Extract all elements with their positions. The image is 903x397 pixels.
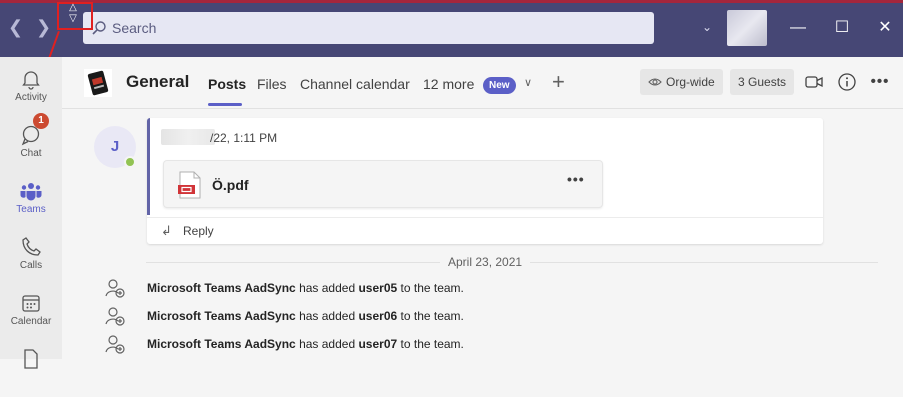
- meet-video-icon[interactable]: [804, 72, 824, 92]
- rail-item-label: Calls: [19, 260, 43, 271]
- guests-label: 3 Guests: [738, 75, 787, 89]
- message-accent-bar: [147, 118, 150, 215]
- date-divider-label: April 23, 2021: [440, 255, 531, 269]
- system-message: Microsoft Teams AadSync has added user07…: [104, 333, 804, 355]
- search-placeholder: Search: [112, 20, 157, 36]
- message-card: /22, 1:11 PM Ö.pdf ••• ↲ Reply: [147, 118, 823, 244]
- reply-arrow-icon: ↲: [161, 223, 172, 238]
- add-member-icon: [105, 279, 125, 298]
- system-message-action: has added: [299, 309, 356, 323]
- team-logo[interactable]: [84, 69, 112, 97]
- title-bar: ❮ ❯ Search △ ▽ ⌄ — ☐ ✕: [0, 0, 903, 57]
- app-rail: Activity Chat Teams Calls Calendar 1: [0, 57, 62, 369]
- system-message-target: user05: [358, 281, 398, 295]
- file-more-options-icon[interactable]: •••: [567, 171, 585, 187]
- file-icon: [24, 349, 38, 369]
- minimize-button[interactable]: —: [786, 16, 810, 40]
- pdf-file-icon: [178, 171, 201, 199]
- back-arrow-icon[interactable]: ❮: [8, 18, 23, 36]
- tab-more[interactable]: 12 more: [423, 76, 474, 92]
- new-badge: New: [483, 77, 516, 94]
- chevron-down-icon[interactable]: ∨: [524, 76, 532, 89]
- message-timestamp: /22, 1:11 PM: [210, 131, 278, 145]
- bell-icon: [22, 71, 40, 90]
- rail-item-files[interactable]: [0, 341, 62, 397]
- tab-posts[interactable]: Posts: [208, 76, 246, 92]
- search-icon: [92, 21, 106, 35]
- org-wide-button[interactable]: Org-wide: [640, 69, 723, 95]
- system-message-text: Microsoft Teams AadSync has added user05…: [147, 281, 464, 295]
- add-member-icon: [105, 335, 125, 354]
- rail-item-calls[interactable]: Calls: [0, 229, 62, 285]
- system-message-actor: Microsoft Teams AadSync: [147, 281, 296, 295]
- redacted-author-name: [161, 129, 215, 145]
- system-message: Microsoft Teams AadSync has added user05…: [104, 277, 804, 299]
- system-message-action: has added: [299, 337, 356, 351]
- system-message-action: has added: [299, 281, 356, 295]
- active-tab-indicator: [208, 103, 242, 106]
- maximize-button[interactable]: ☐: [830, 16, 854, 40]
- system-message-text: Microsoft Teams AadSync has added user06…: [147, 309, 464, 323]
- presence-available-icon: [124, 156, 136, 168]
- rail-item-chat[interactable]: Chat: [0, 117, 62, 173]
- title-bar-accent-line: [0, 0, 903, 3]
- more-options-icon[interactable]: •••: [870, 72, 890, 92]
- system-message: Microsoft Teams AadSync has added user06…: [104, 305, 804, 327]
- reply-button[interactable]: ↲ Reply: [147, 217, 823, 244]
- guests-button[interactable]: 3 Guests: [730, 69, 795, 95]
- profile-avatar[interactable]: [727, 10, 767, 46]
- system-message-text: Microsoft Teams AadSync has added user07…: [147, 337, 464, 351]
- calendar-icon: [22, 295, 40, 312]
- teams-icon: [20, 183, 42, 201]
- rail-item-calendar[interactable]: Calendar: [0, 285, 62, 341]
- system-message-target: user07: [358, 337, 398, 351]
- system-message-suffix: to the team.: [400, 337, 464, 351]
- rail-item-label: Calendar: [10, 316, 52, 327]
- search-input[interactable]: Search: [83, 12, 654, 44]
- org-wide-label: Org-wide: [666, 75, 715, 89]
- file-attachment[interactable]: Ö.pdf •••: [163, 160, 603, 208]
- close-button[interactable]: ✕: [873, 16, 897, 40]
- rail-item-label: Teams: [16, 204, 46, 215]
- forward-arrow-icon[interactable]: ❯: [36, 18, 51, 36]
- channel-name: General: [126, 72, 190, 91]
- system-message-suffix: to the team.: [400, 281, 464, 295]
- channel-header: General Posts Files Channel calendar 12 …: [62, 57, 903, 109]
- rail-item-activity[interactable]: Activity: [0, 61, 62, 117]
- eye-icon: [648, 78, 662, 86]
- add-tab-icon[interactable]: +: [552, 69, 565, 95]
- add-member-icon: [105, 307, 125, 326]
- tab-files[interactable]: Files: [257, 76, 287, 92]
- rail-item-label: Chat: [20, 148, 42, 159]
- tab-channel-calendar[interactable]: Channel calendar: [300, 76, 410, 92]
- system-message-suffix: to the team.: [400, 309, 464, 323]
- info-icon[interactable]: [837, 72, 857, 92]
- system-message-target: user06: [358, 309, 398, 323]
- up-down-arrows-icon: △ ▽: [69, 2, 77, 24]
- system-message-actor: Microsoft Teams AadSync: [147, 337, 296, 351]
- info-circle-icon: [838, 73, 856, 91]
- rail-item-label: Activity: [15, 92, 47, 103]
- file-name: Ö.pdf: [212, 177, 249, 193]
- phone-icon: [22, 237, 41, 256]
- chat-unread-badge: 1: [33, 113, 49, 129]
- video-camera-icon: [805, 76, 823, 88]
- system-message-actor: Microsoft Teams AadSync: [147, 309, 296, 323]
- chevron-down-icon[interactable]: ⌄: [702, 20, 712, 34]
- rail-item-teams[interactable]: Teams: [0, 173, 62, 229]
- reply-label: Reply: [183, 224, 214, 238]
